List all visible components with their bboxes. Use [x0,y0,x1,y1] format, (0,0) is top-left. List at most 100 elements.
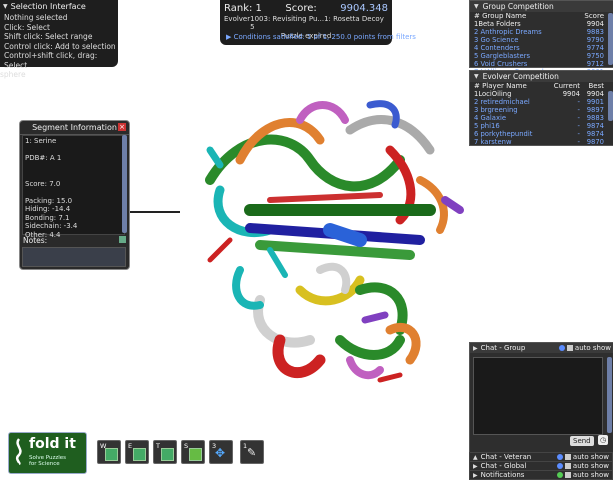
selection-interface-panel: ▼ Selection Interface Nothing selected C… [0,0,118,79]
player-best: 9897 [586,106,604,114]
clock-icon[interactable]: ◷ [598,435,608,445]
auto-show-label: auto show [572,471,609,479]
info-icon[interactable] [556,472,563,478]
player-row[interactable]: 1LociOiling 9904 9904 [470,90,613,98]
group-score: 9750 [586,52,604,60]
chat-group-header[interactable]: ▶ Chat - Group auto show [470,343,613,353]
protein-view[interactable] [150,90,480,390]
evolver-competition-panel: ▼ Evolver Competition # Player Name Curr… [469,70,613,146]
group-score: 9904 [586,20,604,28]
selection-help-line: Control+shift click, drag: Select [4,51,98,70]
expand-triangle-icon[interactable]: ▶ [226,33,231,41]
group-name: 1Beta Folders [474,20,521,28]
expand-triangle-icon[interactable]: ▶ [473,472,478,479]
chat-global-label: Chat - Global [480,462,527,470]
group-score: 9774 [586,44,604,52]
group-name: 4 Contenders [474,44,520,52]
group-score: 9790 [586,36,604,44]
segment-information-title: Segment Information [32,123,117,132]
selection-interface-header[interactable]: ▼ Selection Interface [0,0,118,13]
pencil-tool-button[interactable]: 1 ✎ [240,440,264,464]
segment-pointer-line [128,211,180,213]
selection-help-line: Control click: Add to selection [4,41,116,51]
player-row[interactable]: 3 brgreening -9897 [470,106,613,114]
collapse-triangle-icon[interactable]: ▼ [474,3,479,10]
notes-field[interactable] [22,247,126,267]
collapse-triangle-icon[interactable]: ▼ [474,73,479,80]
group-row[interactable]: 4 Contenders 9774 [470,44,613,52]
selection-help-line: Click: Select [4,22,50,32]
wiggle-tool-button[interactable]: W [97,440,121,464]
group-row[interactable]: 6 Void Crushers 9712 [470,60,613,68]
logo-tagline: Solve Puzzles for Science [29,455,67,467]
col-best: Best [588,82,604,90]
foldit-ribbon-icon [15,438,22,465]
info-icon[interactable] [556,463,563,469]
chat-scrollbar[interactable] [607,357,612,433]
collapse-triangle-icon[interactable]: ▼ [3,3,8,10]
chat-message-area[interactable] [473,357,603,435]
player-row[interactable]: 6 porkythepundit -9874 [470,130,613,138]
player-row[interactable]: 5 phi16 -9874 [470,122,613,130]
player-row[interactable]: 4 Galaxie -9883 [470,114,613,122]
expand-triangle-icon[interactable]: ▶ [473,463,478,470]
group-competition-header[interactable]: ▼ Group Competition [470,1,613,12]
player-current: - [577,122,580,130]
puzzle-name: 1003: Revisiting Pu...1: Rosetta Decoy 5 [250,15,384,31]
group-scrollbar[interactable] [608,13,613,65]
segment-information-header[interactable]: Segment Information × [20,121,129,135]
auto-show-label: auto show [572,462,609,470]
group-row[interactable]: 3 Go Science 9790 [470,36,613,44]
group-row[interactable]: 1Beta Folders 9904 [470,20,613,28]
segment-information-panel: Segment Information × 1: Serine PDB#: A … [19,120,130,270]
segment-bonding: Bonding: 7.1 [25,213,70,222]
move-tool-button[interactable]: 3 ✥ [209,440,233,464]
group-name: 6 Void Crushers [474,60,528,68]
player-name: 6 porkythepundit [474,130,533,138]
selection-status: Nothing selected [4,13,68,22]
chat-group-panel: ▶ Chat - Group auto show Send ◷ [469,342,613,456]
tool-hotkey: T [156,442,160,450]
info-icon[interactable] [558,345,565,351]
col-group-name: # Group Name [474,12,527,20]
expand-triangle-icon[interactable]: ▲ [473,454,478,461]
evolver-competition-title: Evolver Competition [482,72,559,81]
segment-score: Score: 7.0 [25,179,61,188]
segment-residue: 1: Serine [25,137,57,145]
logo-name: fold it [29,436,76,452]
score-label: Score: [285,3,317,14]
chat-veteran-label: Chat - Veteran [480,453,532,461]
segment-scrollbar[interactable] [122,135,127,233]
player-best: 9883 [586,114,604,122]
group-row[interactable]: 2 Anthropic Dreams 9883 [470,28,613,36]
auto-show-checkbox[interactable] [564,472,571,478]
player-name: 4 Galaxie [474,114,507,122]
shake-tool-button[interactable]: E [125,440,149,464]
player-name: 7 karstenw [474,138,512,146]
foldit-logo[interactable]: fold it Solve Puzzles for Science [8,432,87,474]
player-current: - [577,106,580,114]
player-row[interactable]: 7 karstenw -9870 [470,138,613,146]
player-current: - [577,98,580,106]
evolver-table-header: # Player Name Current Best [470,82,613,90]
send-button[interactable]: Send [570,436,594,446]
expand-triangle-icon[interactable]: ▶ [473,345,478,352]
rank-label: Rank: 1 [224,3,262,14]
player-row[interactable]: 2 retiredmichael -9901 [470,98,613,106]
auto-show-checkbox[interactable] [564,463,571,469]
auto-show-checkbox[interactable] [564,454,571,460]
notes-edit-icon[interactable] [119,236,126,243]
evolver-competition-header[interactable]: ▼ Evolver Competition [470,71,613,82]
info-icon[interactable] [556,454,563,460]
evolver-scrollbar[interactable] [608,91,613,121]
conditions-status[interactable]: ▶ Conditions satisfied: 1 of 1, 250.0 po… [226,33,416,41]
group-score: 9712 [586,60,604,68]
close-icon[interactable]: × [118,123,126,131]
player-name: 2 retiredmichael [474,98,530,106]
tweak-tool-button[interactable]: T [153,440,177,464]
auto-show-checkbox[interactable] [566,345,573,351]
group-row[interactable]: 5 Gargleblasters 9750 [470,52,613,60]
conditions-text: Conditions satisfied: 1 of 1, 250.0 poin… [233,33,416,41]
shake-sidechain-tool-button[interactable]: S [181,440,205,464]
